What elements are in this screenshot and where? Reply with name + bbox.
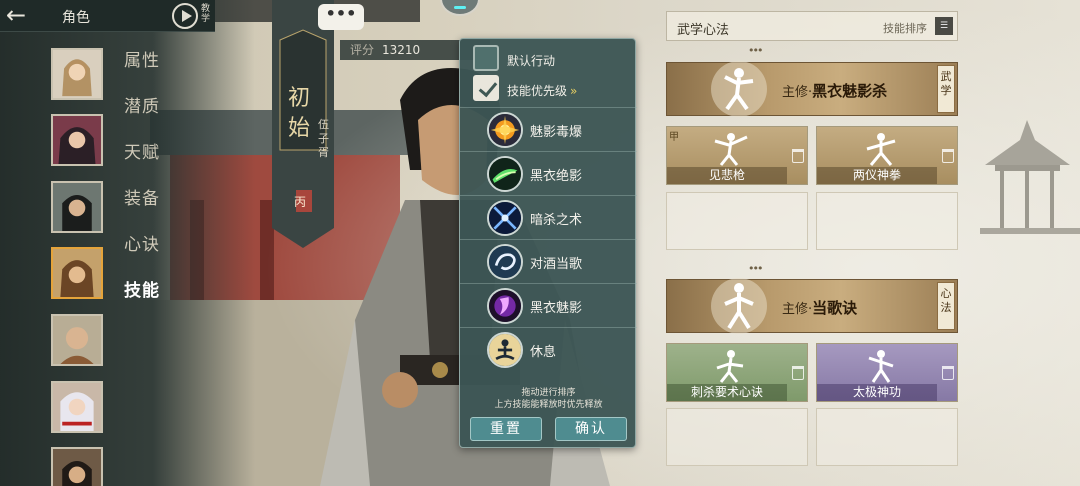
skill-row[interactable]: 暗杀之术: [460, 195, 637, 239]
menu-mind-art[interactable]: 心诀: [124, 230, 160, 255]
sort-hint: 拖动进行排序 上方技能能释放时优先释放: [460, 387, 637, 411]
pavilion-silhouette: [980, 120, 1080, 234]
skill-row[interactable]: 黑衣魅影: [460, 283, 637, 327]
martial-arts-header: 武学心法 技能排序 ☰: [666, 11, 958, 41]
spear-figure-icon: [714, 133, 748, 166]
menu-talent[interactable]: 天赋: [124, 138, 160, 163]
empty-martial-slot[interactable]: [666, 192, 808, 250]
sub-mind-name: 太极神功: [817, 384, 937, 401]
meditate-icon: [487, 332, 523, 368]
empty-mind-slot[interactable]: [816, 408, 958, 466]
page-title: 角色: [62, 10, 90, 26]
purple-shadow-icon: [487, 288, 523, 324]
score-label: 评分: [350, 43, 375, 57]
main-martial-slot[interactable]: 主修·黑衣魅影杀 武学: [666, 61, 958, 117]
trash-icon[interactable]: [792, 149, 804, 163]
sub-mind-name: 刺杀要术心诀: [667, 384, 787, 401]
menu-skills[interactable]: 技能: [124, 276, 160, 301]
skill-priority-popup: 默认行动 技能优先级» 魅影毒爆 黑衣绝影 暗杀之术 对酒当歌 黑衣魅影 休息 …: [459, 38, 637, 448]
character-avatar[interactable]: [51, 48, 103, 100]
menu-attributes[interactable]: 属性: [124, 46, 160, 71]
skill-row[interactable]: 魅影毒爆: [460, 107, 637, 151]
skill-sort-button[interactable]: 技能排序: [883, 20, 927, 36]
main-prefix: 主修·: [782, 302, 813, 317]
reset-button[interactable]: 重置: [470, 417, 542, 441]
sub-martial-slot[interactable]: 甲 见悲枪: [666, 126, 808, 185]
taiji-figure-icon: [868, 350, 894, 383]
character-avatar-selected[interactable]: [51, 247, 103, 299]
sort-hint-line1: 拖动进行排序: [521, 388, 576, 398]
sub-martial-name: 见悲枪: [667, 167, 787, 184]
skill-row[interactable]: 对酒当歌: [460, 239, 637, 283]
character-avatar[interactable]: [51, 314, 103, 366]
score-value: 13210: [382, 43, 421, 57]
fist-figure-icon: [866, 133, 896, 166]
skill-name: 黑衣绝影: [530, 169, 583, 184]
top-bar: ← 角色 教学: [0, 0, 215, 32]
martial-tag: 武学: [937, 65, 955, 113]
skill-priority-label: 技能优先级: [507, 84, 568, 98]
skill-name: 对酒当歌: [530, 257, 583, 272]
sort-list-icon[interactable]: ☰: [935, 17, 953, 35]
back-arrow-icon[interactable]: ←: [6, 3, 44, 28]
skill-priority-label-wrap[interactable]: 技能优先级»: [507, 82, 577, 99]
trash-icon[interactable]: [942, 149, 954, 163]
skill-row[interactable]: 休息: [460, 327, 637, 371]
confirm-button[interactable]: 确认: [555, 417, 627, 441]
trash-icon[interactable]: [792, 366, 804, 380]
main-martial-text: 主修·黑衣魅影杀: [782, 80, 887, 101]
blue-cross-blade-icon: [487, 200, 523, 236]
skill-priority-checkbox[interactable]: [473, 75, 499, 101]
main-prefix: 主修·: [782, 85, 813, 100]
sub-martial-slot[interactable]: 两仪神拳: [816, 126, 958, 185]
character-avatar[interactable]: [51, 381, 103, 433]
mind-figure-icon: [711, 278, 767, 334]
sort-hint-line2: 上方技能能释放时优先释放: [494, 400, 603, 410]
sub-martial-name: 两仪神拳: [817, 167, 937, 184]
skill-name: 暗杀之术: [530, 213, 583, 228]
tutorial-play-icon[interactable]: [172, 3, 198, 29]
tutorial-label: 教学: [201, 4, 211, 24]
default-action-checkbox[interactable]: [473, 45, 499, 71]
mind-tag: 心法: [937, 282, 955, 330]
double-chevron-icon: »: [570, 84, 578, 98]
character-avatar[interactable]: [51, 114, 103, 166]
chat-bubble-button[interactable]: •••: [318, 4, 364, 30]
main-martial-name: 黑衣魅影杀: [812, 82, 888, 100]
main-mind-slot[interactable]: 主修·当歌诀 心法: [666, 278, 958, 334]
default-action-label: 默认行动: [507, 54, 556, 68]
skill-name: 魅影毒爆: [530, 125, 583, 140]
green-slash-icon: [487, 156, 523, 192]
character-avatar[interactable]: [51, 181, 103, 233]
grade-mark: 甲: [669, 132, 679, 143]
swirl-white-icon: [487, 244, 523, 280]
menu-potential[interactable]: 潜质: [124, 92, 160, 117]
character-avatar[interactable]: [51, 447, 103, 486]
ink-dots-decoration: •••: [748, 262, 763, 275]
ink-dots-decoration: •••: [748, 44, 763, 57]
skill-row[interactable]: 黑衣绝影: [460, 151, 637, 195]
assassin-figure-icon: [716, 350, 744, 383]
empty-martial-slot[interactable]: [816, 192, 958, 250]
panel-title: 武学心法: [677, 23, 730, 38]
martial-figure-icon: [711, 61, 767, 117]
skill-name: 休息: [530, 345, 557, 360]
trash-icon[interactable]: [942, 366, 954, 380]
burst-orange-icon: [487, 112, 523, 148]
sub-mind-slot[interactable]: 太极神功: [816, 343, 958, 402]
main-mind-text: 主修·当歌诀: [782, 297, 857, 318]
empty-mind-slot[interactable]: [666, 408, 808, 466]
main-mind-name: 当歌诀: [812, 299, 858, 317]
sub-mind-slot[interactable]: 刺杀要术心诀: [666, 343, 808, 402]
skill-name: 黑衣魅影: [530, 301, 583, 316]
menu-equipment[interactable]: 装备: [124, 184, 160, 209]
